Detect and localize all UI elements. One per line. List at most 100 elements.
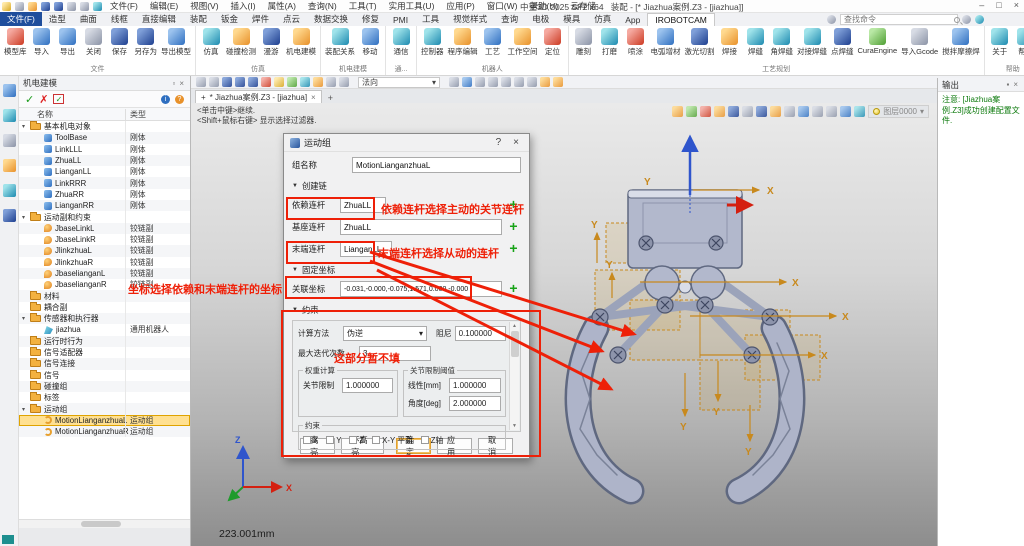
ribbon-button[interactable]: 保存	[107, 27, 133, 65]
toolbar-icon[interactable]	[222, 77, 232, 87]
toolbar-icon[interactable]	[209, 77, 219, 87]
ribbon-tab[interactable]: 电极	[525, 12, 556, 26]
settings-gear-icon[interactable]	[962, 15, 971, 24]
ribbon-button[interactable]: 装配关系	[323, 27, 357, 65]
restore-button[interactable]: □	[993, 0, 1004, 10]
ribbon-button[interactable]: 通信	[388, 27, 414, 65]
toolbar-icon[interactable]	[462, 77, 472, 87]
expander-icon[interactable]: ▾	[22, 123, 30, 130]
damping-input[interactable]: 0.100000	[455, 326, 506, 341]
tree-row[interactable]: LianganLL 刚体	[19, 166, 190, 177]
view-icon[interactable]	[840, 106, 851, 117]
ribbon-button[interactable]: 关闭	[81, 27, 107, 65]
ribbon-button[interactable]: 对接焊缝	[795, 27, 829, 65]
dependent-link-input[interactable]: ZhuaLL	[340, 197, 386, 213]
ribbon-button[interactable]: 焊缝	[743, 27, 769, 65]
view-icon[interactable]	[812, 106, 823, 117]
tree-row[interactable]: JbaseLinkL 铰链副	[19, 223, 190, 234]
ribbon-button[interactable]: 漫游	[258, 27, 284, 65]
view-icon[interactable]	[770, 106, 781, 117]
vertical-scrollbar[interactable]: ▲ ▼	[509, 322, 519, 430]
normal-mode-dropdown[interactable]: 法向 ▾	[358, 77, 440, 88]
ribbon-tab[interactable]: 直接编辑	[135, 12, 183, 26]
constraint-checkbox[interactable]: Z	[349, 436, 364, 445]
user-avatar-icon[interactable]	[975, 15, 984, 24]
toolbar-icon[interactable]	[540, 77, 550, 87]
side-tool-icon[interactable]	[3, 84, 16, 97]
checkbox-icon[interactable]	[372, 436, 380, 444]
ribbon-tab[interactable]: 查询	[494, 12, 525, 26]
menu-item[interactable]: 查询(N)	[302, 0, 343, 12]
add-coordinate-button[interactable]: +	[506, 282, 521, 297]
ribbon-tab[interactable]: App	[618, 14, 647, 26]
base-link-input[interactable]: ZhuaLL	[340, 219, 502, 235]
tree-row[interactable]: JlinkzhuaL 铰链副	[19, 245, 190, 256]
ribbon-tab[interactable]: 文件(F)	[0, 12, 42, 26]
view-icon[interactable]	[854, 106, 865, 117]
tree-row[interactable]: ▾ 运动组	[19, 403, 190, 414]
toolbar-icon[interactable]	[300, 77, 310, 87]
checkbox-icon[interactable]	[326, 436, 334, 444]
toolbar-icon[interactable]	[339, 77, 349, 87]
menu-item[interactable]: 插入(I)	[225, 0, 262, 12]
ribbon-tab[interactable]: IROBOTCAM	[647, 13, 714, 26]
toolbar-icon[interactable]	[449, 77, 459, 87]
undo-icon[interactable]	[67, 2, 76, 11]
group-name-input[interactable]: MotionLianganzhuaL	[352, 157, 521, 173]
tree-row[interactable]: ▾ 运动副和约束	[19, 211, 190, 222]
view-icon[interactable]	[742, 106, 753, 117]
ribbon-tab[interactable]: 钣金	[214, 12, 245, 26]
side-tool-icon[interactable]	[3, 159, 16, 172]
ribbon-button[interactable]: 搅拌摩擦焊	[940, 27, 982, 65]
tree-row[interactable]: ZhuaRR 刚体	[19, 189, 190, 200]
expander-icon[interactable]: ▾	[22, 406, 30, 413]
close-panel-icon[interactable]: ×	[1011, 80, 1020, 89]
menu-item[interactable]: 编辑(E)	[144, 0, 184, 12]
close-tab-icon[interactable]: ×	[311, 93, 316, 102]
ribbon-tab[interactable]: 仿真	[587, 12, 618, 26]
ribbon-button[interactable]: 模型库	[2, 27, 29, 65]
view-icon[interactable]	[728, 106, 739, 117]
ribbon-button[interactable]: 电弧增材	[649, 27, 683, 65]
toolbar-icon[interactable]	[488, 77, 498, 87]
ribbon-tab[interactable]: 工具	[415, 12, 446, 26]
constraint-checkbox[interactable]: X-Y 平面	[372, 435, 413, 446]
view-icon[interactable]	[784, 106, 795, 117]
checkbox-icon[interactable]	[303, 436, 311, 444]
ribbon-button[interactable]: 雕刻	[571, 27, 597, 65]
section-constraint[interactable]: ▼ 约束	[292, 302, 521, 317]
confirm-button[interactable]: ✓	[25, 93, 34, 106]
ribbon-button[interactable]: 激光切割	[683, 27, 717, 65]
toolbar-icon[interactable]	[274, 77, 284, 87]
toolbar-icon[interactable]	[196, 77, 206, 87]
tree-row[interactable]: LianganRR 刚体	[19, 200, 190, 211]
side-tool-icon[interactable]	[3, 184, 16, 197]
coordinate-input[interactable]: -0.031,-0.000,-0.075;1.571,0.000,-0.000	[340, 281, 502, 297]
view-icon[interactable]	[756, 106, 767, 117]
dialog-title-bar[interactable]: 运动组 ? ×	[284, 134, 529, 152]
toolbar-icon[interactable]	[501, 77, 511, 87]
tree-row[interactable]: 信号适配器	[19, 347, 190, 358]
toolbar-icon[interactable]	[248, 77, 258, 87]
add-dependent-link-button[interactable]: +	[506, 198, 521, 213]
close-panel-icon[interactable]: ×	[177, 79, 186, 88]
layer-dropdown[interactable]: 图层0000 ▾	[868, 105, 929, 118]
ribbon-tab[interactable]: 装配	[183, 12, 214, 26]
info-icon[interactable]: i	[161, 95, 170, 104]
tree-row[interactable]: 标签	[19, 392, 190, 403]
ribbon-tab[interactable]: 模具	[556, 12, 587, 26]
tree-row[interactable]: ▾ 传感器和执行器	[19, 313, 190, 324]
side-tool-icon[interactable]	[3, 109, 16, 122]
ribbon-button[interactable]: 导入Gcode	[899, 27, 940, 65]
ribbon-button[interactable]: 导出模型	[159, 27, 193, 65]
constraint-checkbox[interactable]: Y	[326, 436, 341, 445]
toolbar-icon[interactable]	[527, 77, 537, 87]
help-icon[interactable]: ?	[492, 137, 506, 148]
new-tab-button[interactable]: +	[322, 93, 339, 103]
tree-row[interactable]: JbaselianganL 铰链副	[19, 268, 190, 279]
ribbon-button[interactable]: 定位	[540, 27, 566, 65]
minimize-button[interactable]: –	[976, 0, 987, 10]
refresh-icon[interactable]	[93, 2, 102, 11]
ribbon-button[interactable]: 导入	[29, 27, 55, 65]
tree-row[interactable]: MotionLianganzhuaL 运动组	[19, 415, 190, 426]
